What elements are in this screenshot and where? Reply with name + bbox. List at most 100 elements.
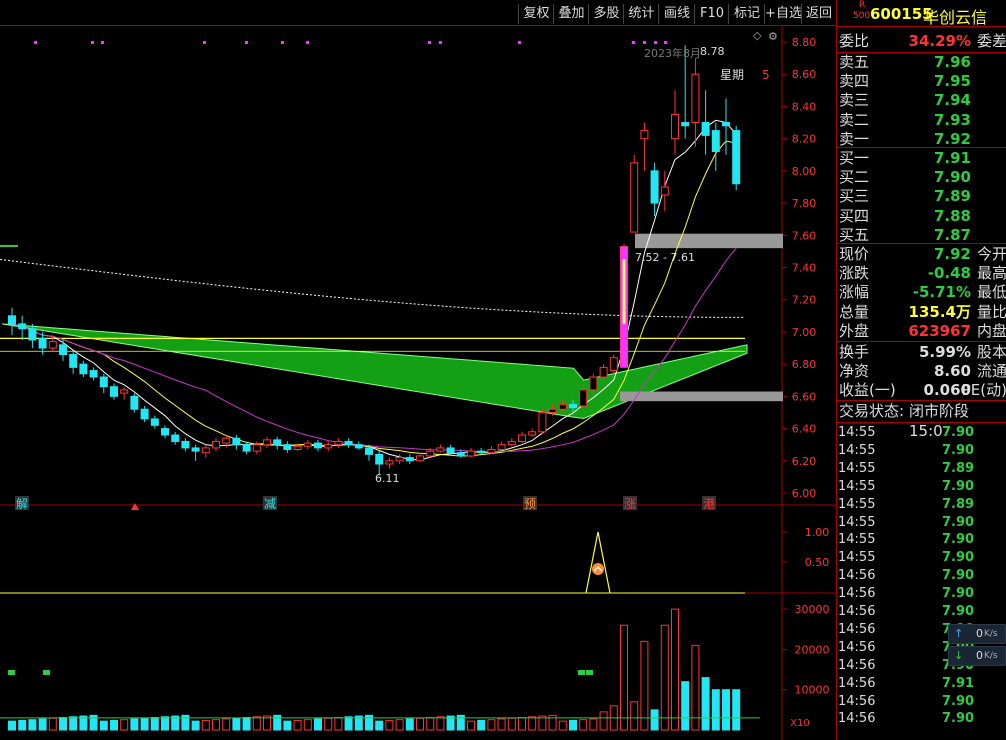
candle-body (110, 386, 118, 397)
price-tick-label: 6.80 (792, 358, 817, 371)
volume-bar (69, 716, 78, 731)
row-label: 买三 (839, 187, 870, 206)
candle-body (232, 437, 241, 446)
candle-body (416, 455, 424, 462)
low-label: 6.11 (375, 472, 400, 485)
stat-row: 涨幅 -5.71% 最低 (837, 282, 1006, 302)
event-marker: 港 (703, 497, 715, 511)
candle-body (324, 444, 333, 449)
tick-row: 14:56 7.91 (837, 675, 1006, 693)
row-right-label: 流通 (976, 362, 1006, 381)
volume-bar (681, 681, 690, 731)
candle-body (181, 440, 190, 449)
volume-bar (426, 717, 435, 731)
row-value: 7.90 (933, 168, 971, 187)
tick-row: 14:55 7.90 (837, 531, 1006, 549)
row-right-label: PE(动) (961, 381, 1006, 400)
row-value: 8.60 (933, 362, 971, 381)
volume-bar (375, 720, 384, 731)
row-value: 7.88 (933, 206, 971, 225)
toolbar-button[interactable]: 叠加 (553, 4, 589, 24)
volume-bar (28, 719, 37, 731)
volume-bar (99, 720, 108, 731)
candle-body (405, 457, 414, 462)
toolbar-button[interactable]: +自选 (764, 4, 802, 24)
toolbar-button[interactable]: 画线 (658, 4, 695, 24)
candle-body (222, 437, 231, 444)
candle-body (120, 389, 129, 394)
tick-time: 14:55 (838, 496, 876, 512)
toolbar-button[interactable]: 多股 (588, 4, 624, 24)
bid-row: 买三 7.89 (837, 186, 1006, 206)
volume-unit-label: X10 (790, 718, 810, 729)
toolbar-button[interactable]: 复权 (518, 4, 554, 24)
download-speed: ↓ 0 K/s (948, 646, 1006, 666)
row-value: 7.95 (933, 72, 971, 91)
price-tick-label: 8.60 (792, 68, 817, 81)
candle-body (569, 403, 577, 409)
bid-row: 买五 7.87 (837, 225, 1006, 245)
volume-bar (497, 718, 506, 731)
stats2-row: 净资 8.60 流通 (837, 361, 1006, 381)
event-marker: 减 (264, 497, 276, 511)
row-label: 卖五 (839, 53, 870, 71)
upload-value: 0 (976, 627, 983, 640)
volume-bar (395, 719, 404, 731)
toolbar-button[interactable]: F10 (694, 4, 729, 24)
toolbar-button[interactable]: 统计 (623, 4, 659, 24)
volume-bar (150, 717, 159, 731)
volume-bar (334, 717, 343, 731)
price-tick-label: 7.20 (792, 294, 817, 307)
candle-body (344, 440, 353, 446)
stat-row: 涨跌 -0.48 最高 (837, 263, 1006, 283)
tick-price: 7.90 (942, 425, 975, 440)
volume-bar (660, 624, 669, 731)
alert-icon (592, 563, 604, 575)
candle-body (354, 444, 363, 449)
price-tick-label: 8.40 (792, 100, 817, 113)
volume-bar (18, 719, 27, 731)
row-value: -0.48 (927, 264, 971, 283)
upload-unit: K/s (984, 629, 998, 639)
volume-bar (630, 701, 639, 731)
volume-bar (599, 711, 608, 731)
candle-body (518, 434, 526, 442)
candle-body (314, 442, 322, 449)
volume-bar (59, 717, 67, 731)
tick-price: 7.90 (942, 693, 975, 709)
event-marker: 解 (16, 497, 28, 511)
volume-bar (467, 720, 475, 731)
bid-row: 买一 7.91 (837, 148, 1006, 168)
price-tick-label: 6.60 (792, 390, 817, 403)
candle-body (28, 328, 37, 341)
stat-row: 现价 7.92 今开 (837, 244, 1006, 264)
candle-body (303, 442, 312, 447)
volume-bar (507, 717, 516, 731)
tick-price: 7.90 (942, 514, 975, 530)
candle-body (681, 122, 690, 127)
tick-row: 14:55 7.90 (837, 442, 1006, 460)
volume-bar (579, 719, 588, 731)
divider (837, 26, 1006, 27)
price-tick-label: 6.20 (792, 455, 817, 468)
high-label: 8.78 (700, 45, 725, 58)
row-label: 涨跌 (839, 264, 870, 283)
up-arrow-icon: ↑ (954, 627, 964, 640)
candle-body (650, 170, 659, 204)
candle-body (660, 186, 669, 196)
volume-bar (732, 689, 741, 731)
row-value: 7.92 (933, 245, 971, 263)
kline-chart[interactable]: 8.80 8.60 8.40 8.20 8.00 7.80 7.60 7.40 7.20 7.00… (0, 26, 836, 740)
tick-time: 14:56 (838, 621, 876, 637)
tick-time: 14:56 (838, 657, 876, 673)
toolbar-button[interactable]: 返回 (801, 4, 836, 24)
row-value: 7.94 (933, 91, 971, 110)
tick-time: 14:55 (838, 460, 876, 476)
candle-body (150, 418, 159, 426)
row-value: -5.71% (912, 283, 971, 302)
toolbar-button[interactable]: 标记 (728, 4, 765, 24)
candle-body (252, 444, 261, 452)
divider (837, 422, 1006, 423)
row-right-label: 今开 (976, 245, 1006, 263)
weekday-label: 星期 (720, 68, 744, 82)
